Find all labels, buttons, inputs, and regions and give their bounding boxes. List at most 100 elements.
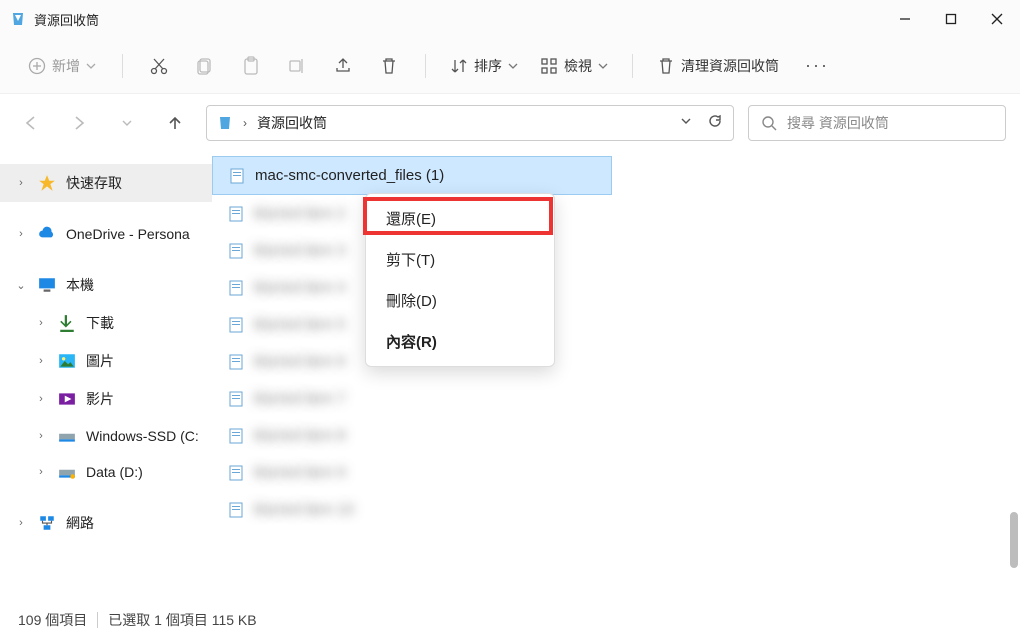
file-row[interactable]: blurred item 6: [212, 343, 1020, 380]
file-row[interactable]: blurred item 4: [212, 269, 1020, 306]
back-button[interactable]: [14, 106, 48, 140]
chevron-right-icon: ›: [14, 177, 28, 189]
recent-dropdown[interactable]: [110, 106, 144, 140]
new-button[interactable]: 新增: [18, 50, 106, 82]
file-icon: [229, 168, 245, 184]
sidebar-label: Data (D:): [86, 464, 143, 480]
refresh-button[interactable]: [707, 113, 723, 134]
separator: [122, 54, 123, 78]
recycle-bin-icon: [10, 11, 26, 27]
sidebar-label: Windows-SSD (C:: [86, 428, 199, 444]
sidebar-item-downloads[interactable]: › 下載: [0, 304, 212, 342]
ctx-properties[interactable]: 內容(R): [366, 321, 554, 362]
chevron-right-icon: ›: [14, 517, 28, 529]
up-button[interactable]: [158, 106, 192, 140]
rename-button[interactable]: [277, 46, 317, 86]
recycle-bin-icon: [217, 115, 233, 131]
empty-recycle-button[interactable]: 清理資源回收筒: [649, 50, 787, 82]
forward-button[interactable]: [62, 106, 96, 140]
sort-label: 排序: [474, 56, 502, 76]
cut-button[interactable]: [139, 46, 179, 86]
sidebar-label: 快速存取: [66, 173, 122, 193]
download-icon: [58, 314, 76, 332]
sort-button[interactable]: 排序: [442, 50, 526, 82]
file-name: blurred item 6: [254, 353, 346, 370]
context-menu: 還原(E) 剪下(T) 刪除(D) 內容(R): [365, 193, 555, 367]
file-name: blurred item 7: [254, 390, 346, 407]
file-name: blurred item 4: [254, 279, 346, 296]
window-controls: [882, 3, 1020, 35]
file-name: blurred item 3: [254, 242, 346, 259]
sidebar-label: 影片: [86, 389, 114, 409]
sidebar-item-onedrive[interactable]: › OneDrive - Persona: [0, 216, 212, 252]
sidebar-label: OneDrive - Persona: [66, 226, 190, 242]
monitor-icon: [38, 276, 56, 294]
path-location: 資源回收筒: [257, 113, 669, 133]
view-icon: [540, 57, 558, 75]
path-box[interactable]: › 資源回收筒: [206, 105, 734, 141]
sidebar-item-videos[interactable]: › 影片: [0, 380, 212, 418]
chevron-right-icon: ›: [14, 228, 28, 240]
ctx-restore[interactable]: 還原(E): [366, 198, 554, 239]
chevron-right-icon: ›: [34, 430, 48, 442]
sidebar-item-cdrive[interactable]: › Windows-SSD (C:: [0, 418, 212, 454]
copy-icon: [195, 56, 215, 76]
ctx-cut[interactable]: 剪下(T): [366, 239, 554, 280]
file-row[interactable]: blurred item 9: [212, 454, 1020, 491]
file-row[interactable]: mac-smc-converted_files (1): [212, 156, 612, 195]
network-icon: [38, 514, 56, 532]
separator: [632, 54, 633, 78]
status-count: 109 個項目: [18, 610, 87, 630]
more-button[interactable]: ···: [793, 55, 841, 76]
sidebar: › 快速存取 › OneDrive - Persona ⌄ 本機 › 下載 › …: [0, 152, 212, 607]
sidebar-label: 下載: [86, 313, 114, 333]
sidebar-item-pictures[interactable]: › 圖片: [0, 342, 212, 380]
file-row[interactable]: blurred item 2: [212, 195, 1020, 232]
file-row[interactable]: blurred item 7: [212, 380, 1020, 417]
toolbar: 新增 排序 檢視 清理資源回收筒 ···: [0, 38, 1020, 94]
sidebar-item-quick-access[interactable]: › 快速存取: [0, 164, 212, 202]
sidebar-item-thispc[interactable]: ⌄ 本機: [0, 266, 212, 304]
search-box[interactable]: 搜尋 資源回收筒: [748, 105, 1006, 141]
file-name: blurred item 10: [254, 501, 354, 518]
file-row[interactable]: blurred item 5: [212, 306, 1020, 343]
pictures-icon: [58, 352, 76, 370]
chevron-right-icon: ›: [34, 393, 48, 405]
sidebar-item-network[interactable]: › 網路: [0, 504, 212, 542]
sort-icon: [450, 57, 468, 75]
navigation-row: › 資源回收筒 搜尋 資源回收筒: [0, 94, 1020, 152]
minimize-button[interactable]: [882, 3, 928, 35]
close-button[interactable]: [974, 3, 1020, 35]
delete-button[interactable]: [369, 46, 409, 86]
chevron-down-icon: [86, 61, 96, 71]
trash-icon: [379, 56, 399, 76]
file-row[interactable]: blurred item 10: [212, 491, 1020, 528]
chevron-down-icon: [508, 61, 518, 71]
separator: [97, 612, 98, 628]
search-placeholder: 搜尋 資源回收筒: [787, 113, 889, 133]
file-icon: [228, 428, 244, 444]
maximize-button[interactable]: [928, 3, 974, 35]
file-name: blurred item 5: [254, 316, 346, 333]
paste-icon: [241, 56, 261, 76]
new-label: 新增: [52, 56, 80, 76]
file-row[interactable]: blurred item 3: [212, 232, 1020, 269]
cloud-icon: [38, 225, 56, 243]
status-bar: 109 個項目 已選取 1 個項目 115 KB: [0, 605, 1020, 635]
view-button[interactable]: 檢視: [532, 50, 616, 82]
paste-button[interactable]: [231, 46, 271, 86]
share-button[interactable]: [323, 46, 363, 86]
view-label: 檢視: [564, 56, 592, 76]
file-icon: [228, 502, 244, 518]
copy-button[interactable]: [185, 46, 225, 86]
file-name: blurred item 8: [254, 427, 346, 444]
chevron-down-icon[interactable]: [679, 114, 693, 133]
sidebar-item-ddrive[interactable]: › Data (D:): [0, 454, 212, 490]
chevron-right-icon: ›: [34, 466, 48, 478]
star-icon: [38, 174, 56, 192]
ctx-delete[interactable]: 刪除(D): [366, 280, 554, 321]
status-selection: 已選取 1 個項目 115 KB: [108, 610, 256, 630]
file-row[interactable]: blurred item 8: [212, 417, 1020, 454]
scrollbar-thumb[interactable]: [1010, 512, 1018, 568]
file-name: mac-smc-converted_files (1): [255, 167, 444, 184]
